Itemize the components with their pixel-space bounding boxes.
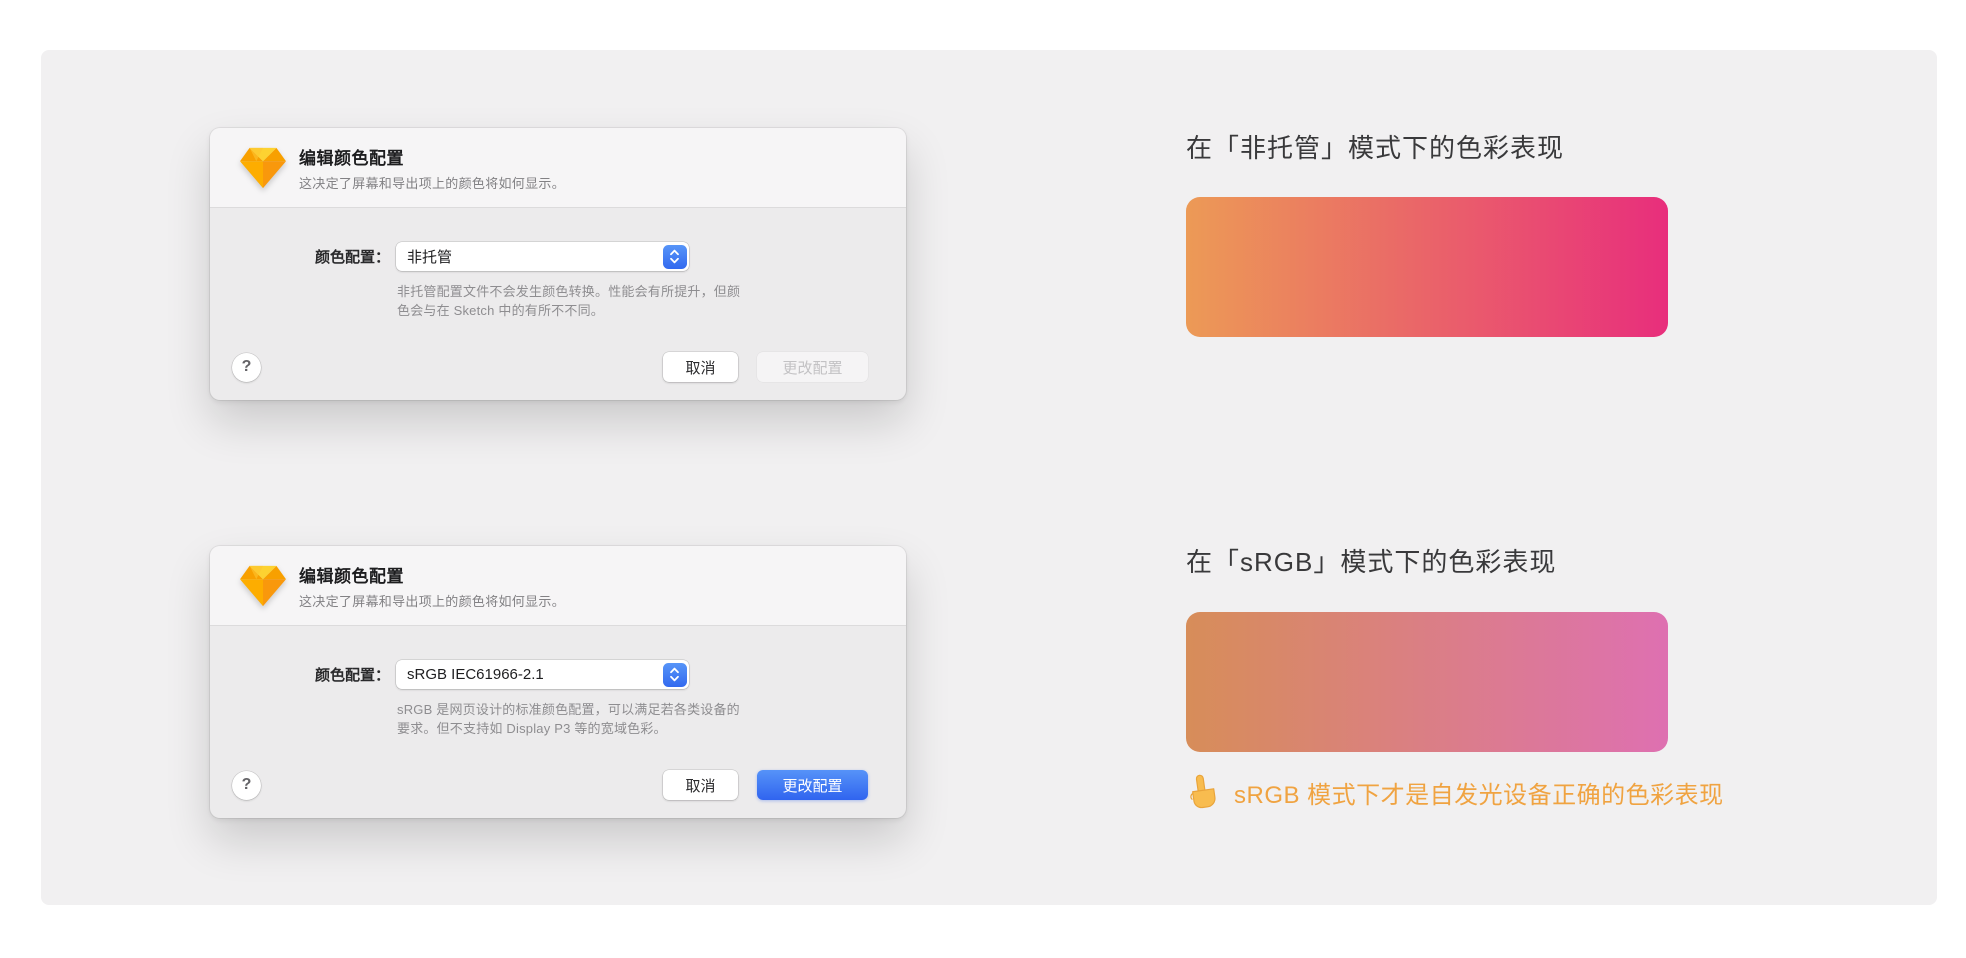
dropdown-stepper-icon[interactable] [663,663,687,687]
dialog-header: 编辑颜色配置 这决定了屏幕和导出项上的颜色将如何显示。 [210,546,906,626]
cancel-button[interactable]: 取消 [663,770,738,800]
pointing-up-icon [1183,770,1222,814]
color-profile-dropdown-value: 非托管 [407,246,452,267]
srgb-note: sRGB 模式下才是自发光设备正确的色彩表现 [1186,770,1724,814]
dialog-title: 编辑颜色配置 [299,562,565,587]
dialog-footer: ? 取消 更改配置 [210,352,906,382]
change-profile-button[interactable]: 更改配置 [757,770,868,800]
profile-description: 非托管配置文件不会发生颜色转换。性能会有所提升，但颜色会与在 Sketch 中的… [397,282,747,320]
help-button[interactable]: ? [232,771,261,800]
help-button[interactable]: ? [232,353,261,382]
change-profile-button[interactable]: 更改配置 [757,352,868,382]
color-profile-label: 颜色配置： [210,246,390,267]
dialog-titles: 编辑颜色配置 这决定了屏幕和导出项上的颜色将如何显示。 [299,562,565,610]
sketch-diamond-icon [240,564,286,608]
dialog-footer: ? 取消 更改配置 [210,770,906,800]
edit-color-profile-dialog-unmanaged: 编辑颜色配置 这决定了屏幕和导出项上的颜色将如何显示。 颜色配置： 非托管 非托… [210,128,906,400]
dialog-subtitle: 这决定了屏幕和导出项上的颜色将如何显示。 [299,591,565,610]
color-profile-field-row: 颜色配置： 非托管 [210,208,906,271]
dialog-body: 颜色配置： sRGB IEC61966-2.1 sRGB 是网页设计的标准颜色配… [210,626,906,817]
edit-color-profile-dialog-srgb: 编辑颜色配置 这决定了屏幕和导出项上的颜色将如何显示。 颜色配置： sRGB I… [210,546,906,818]
dialog-title: 编辑颜色配置 [299,144,565,169]
preview-heading-srgb: 在「sRGB」模式下的色彩表现 [1186,544,1556,580]
gradient-swatch-unmanaged [1186,197,1668,337]
profile-description: sRGB 是网页设计的标准颜色配置，可以满足若各类设备的要求。但不支持如 Dis… [397,700,747,738]
color-profile-dropdown[interactable]: 非托管 [396,242,689,271]
gradient-swatch-srgb [1186,612,1668,752]
color-profile-dropdown[interactable]: sRGB IEC61966-2.1 [396,660,689,689]
dialog-header: 编辑颜色配置 这决定了屏幕和导出项上的颜色将如何显示。 [210,128,906,208]
dialog-subtitle: 这决定了屏幕和导出项上的颜色将如何显示。 [299,173,565,192]
dropdown-stepper-icon[interactable] [663,245,687,269]
color-profile-label: 颜色配置： [210,664,390,685]
color-profile-field-row: 颜色配置： sRGB IEC61966-2.1 [210,626,906,689]
color-profile-dropdown-value: sRGB IEC61966-2.1 [407,666,544,683]
cancel-button[interactable]: 取消 [663,352,738,382]
sketch-diamond-icon [240,146,286,190]
note-text: sRGB 模式下才是自发光设备正确的色彩表现 [1234,775,1724,810]
dialog-titles: 编辑颜色配置 这决定了屏幕和导出项上的颜色将如何显示。 [299,144,565,192]
preview-heading-unmanaged: 在「非托管」模式下的色彩表现 [1186,130,1564,166]
dialog-body: 颜色配置： 非托管 非托管配置文件不会发生颜色转换。性能会有所提升，但颜色会与在… [210,208,906,399]
